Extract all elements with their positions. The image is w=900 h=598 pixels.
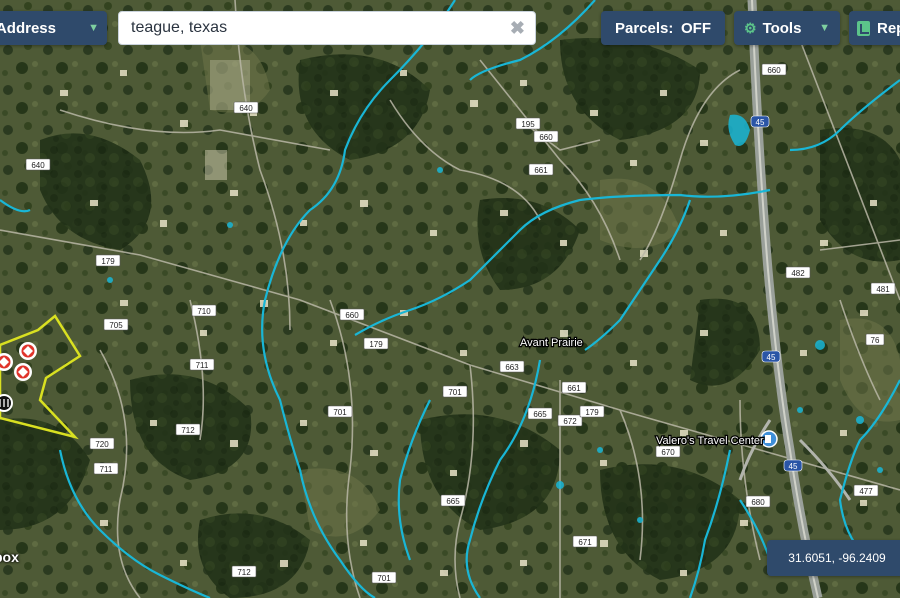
- place-label-valeros-travel-center: Valero's Travel Center: [656, 435, 764, 447]
- road-shield-label: 663: [505, 363, 519, 372]
- road-shield-label: 660: [767, 66, 781, 75]
- map-partial-label: box: [0, 549, 19, 565]
- parcels-state: OFF: [681, 19, 711, 37]
- road-shield: 481: [870, 282, 896, 295]
- road-shield-label: 665: [446, 497, 460, 506]
- road-shield-label: 712: [237, 568, 251, 577]
- road-shield: 477: [853, 484, 879, 497]
- report-icon: [857, 20, 870, 36]
- location-search-box[interactable]: ✖: [118, 11, 536, 45]
- road-shield: 680: [745, 495, 771, 508]
- cursor-coordinates-readout: 31.6051, -96.2409: [767, 540, 900, 576]
- road-shield: 701: [371, 571, 397, 584]
- road-shield-label: 179: [369, 340, 383, 349]
- road-shield-label: 195: [521, 120, 535, 129]
- road-shield-label: 701: [333, 408, 347, 417]
- road-shield-label: 45: [756, 118, 765, 127]
- road-shield-label: 640: [239, 104, 253, 113]
- place-label-avant-prairie: Avant Prairie: [520, 337, 583, 349]
- road-shield-label: 672: [563, 417, 577, 426]
- tools-label: Tools: [762, 19, 802, 37]
- road-shield-label: 481: [876, 285, 890, 294]
- road-shield: 705: [103, 318, 129, 331]
- road-shield: 711: [93, 462, 119, 475]
- marker-pin[interactable]: [19, 342, 37, 360]
- road-shield-label: 712: [181, 426, 195, 435]
- road-shield: 660: [533, 130, 559, 143]
- gear-icon: ⚙: [744, 19, 757, 36]
- road-shield-label: 720: [95, 440, 109, 449]
- interstate-shield: 45: [750, 115, 770, 128]
- road-shield-label: 45: [767, 353, 776, 362]
- chevron-down-icon: ▼: [819, 22, 830, 34]
- parcels-label: Parcels:: [615, 19, 674, 37]
- road-shield: 665: [440, 494, 466, 507]
- road-shield-label: 705: [109, 321, 123, 330]
- road-shield-label: 76: [871, 336, 880, 345]
- road-shield-label: 661: [567, 384, 581, 393]
- road-shield-label: 477: [859, 487, 873, 496]
- road-shield-label: 701: [377, 574, 391, 583]
- road-shield: 671: [572, 535, 598, 548]
- terrain-base: [0, 0, 900, 598]
- road-shield-label: 660: [345, 311, 359, 320]
- road-shield-label: 701: [448, 388, 462, 397]
- road-shield: 665: [527, 407, 553, 420]
- road-shield: 660: [761, 63, 787, 76]
- road-shield: 710: [191, 304, 217, 317]
- road-shield-label: 45: [789, 462, 798, 471]
- marker-pin[interactable]: [14, 363, 32, 381]
- road-shield: 661: [528, 163, 554, 176]
- road-shield: 672: [557, 414, 583, 427]
- road-shield-label: 179: [101, 257, 115, 266]
- road-shield: 701: [327, 405, 353, 418]
- interstate-shield: 45: [761, 350, 781, 363]
- road-shield-label: 661: [534, 166, 548, 175]
- road-shield-label: 711: [196, 361, 209, 370]
- road-shield-label: 710: [197, 307, 211, 316]
- road-shield: 660: [339, 308, 365, 321]
- parcels-toggle[interactable]: Parcels: OFF: [601, 11, 725, 45]
- chevron-down-icon: ▼: [88, 22, 99, 34]
- reports-button[interactable]: Rep: [849, 11, 900, 45]
- road-shield: 711: [189, 358, 215, 371]
- road-shield: 640: [25, 158, 51, 171]
- reports-label: Rep: [877, 19, 900, 37]
- road-shield-label: 665: [533, 410, 547, 419]
- road-shield: 712: [231, 565, 257, 578]
- road-shield-label: 640: [31, 161, 45, 170]
- road-shield: 179: [579, 405, 605, 418]
- road-shield-label: 660: [539, 133, 553, 142]
- road-shield: 720: [89, 437, 115, 450]
- road-shield: 701: [442, 385, 468, 398]
- road-shield: 179: [363, 337, 389, 350]
- road-shield: 76: [865, 333, 885, 346]
- tools-menu-button[interactable]: ⚙ Tools ▼: [734, 11, 840, 45]
- road-shield: 640: [233, 101, 259, 114]
- road-shield-label: 671: [578, 538, 592, 547]
- search-by-address-dropdown[interactable]: y Address ▼: [0, 11, 107, 45]
- location-search-input[interactable]: [129, 18, 510, 38]
- road-shield: 712: [175, 423, 201, 436]
- road-shield: 195: [515, 117, 541, 130]
- road-shield-label: 482: [791, 269, 805, 278]
- road-shield-label: 680: [751, 498, 765, 507]
- road-shield: 179: [95, 254, 121, 267]
- search-mode-label: y Address: [0, 19, 56, 37]
- road-shield-label: 179: [585, 408, 599, 417]
- road-shield: 670: [655, 445, 681, 458]
- clear-search-icon[interactable]: ✖: [510, 18, 525, 39]
- satellite-map[interactable]: 640 640 195 660 661 660 179 179 705 710 711 701 712 7…: [0, 0, 900, 598]
- road-shield-label: 711: [100, 465, 113, 474]
- road-shield: 482: [785, 266, 811, 279]
- road-shield: 663: [499, 360, 525, 373]
- road-shield-label: 670: [661, 448, 675, 457]
- interstate-shield: 45: [783, 459, 803, 472]
- road-shield: 661: [561, 381, 587, 394]
